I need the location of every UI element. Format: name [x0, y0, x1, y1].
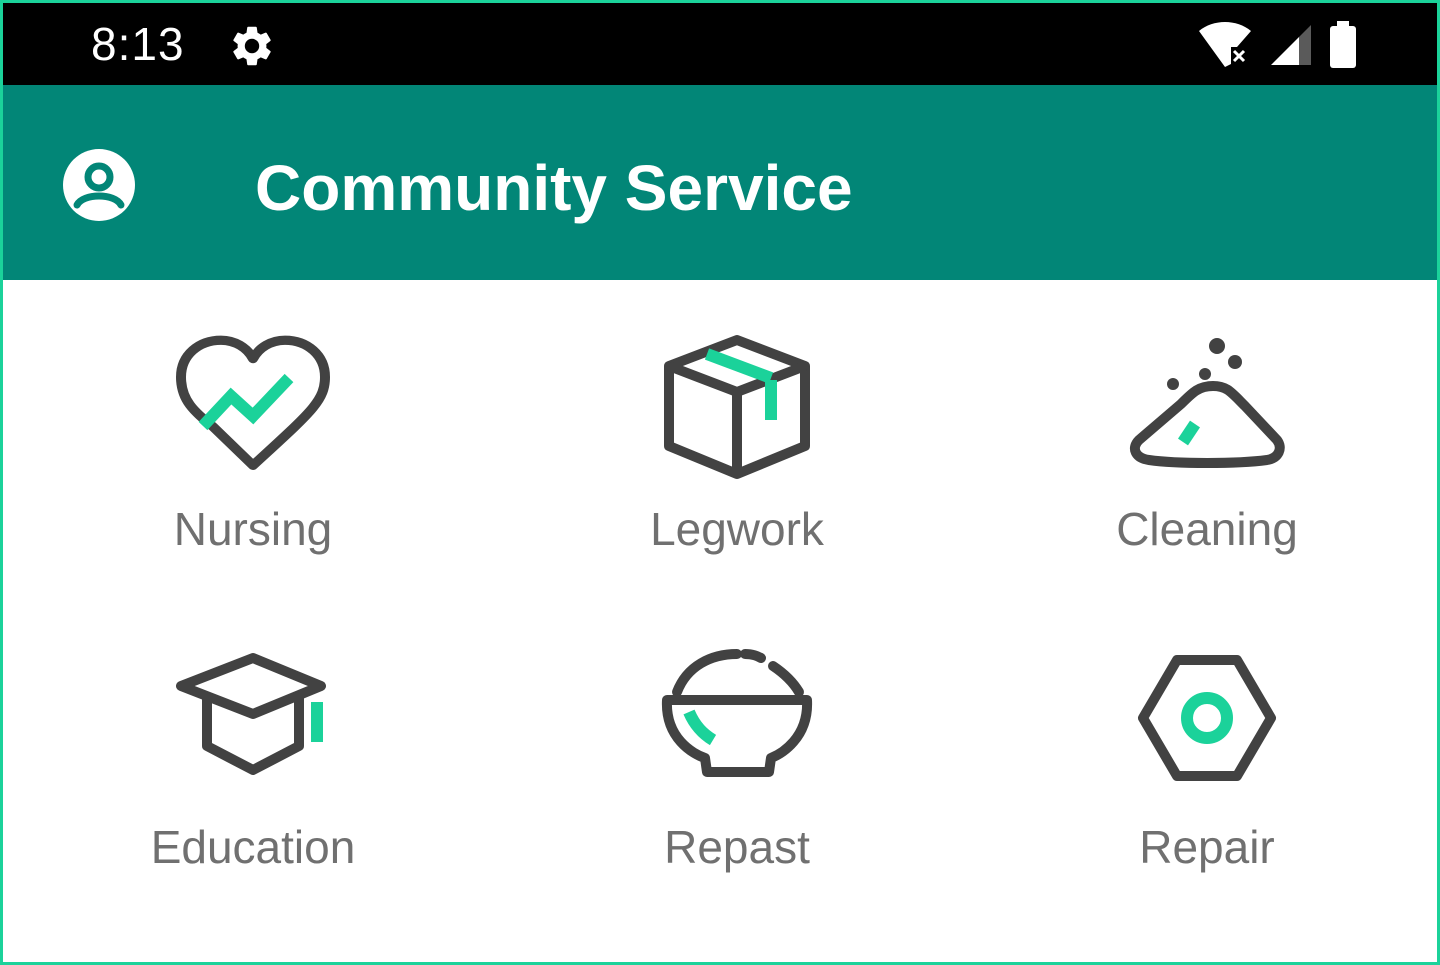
service-tile-repair[interactable]: Repair [1037, 598, 1377, 878]
status-icons [1197, 21, 1357, 69]
service-tile-education[interactable]: Education [83, 598, 423, 878]
service-tile-legwork[interactable]: Legwork [567, 280, 907, 560]
service-label-repair: Repair [1139, 821, 1275, 873]
service-tile-repast[interactable]: Repast [567, 598, 907, 878]
package-box-icon [664, 335, 810, 479]
service-tile-cleaning[interactable]: Cleaning [1037, 280, 1377, 560]
app-bar: Community Service [3, 85, 1437, 280]
account-circle-icon[interactable] [61, 147, 137, 223]
dust-pile-icon [1129, 338, 1285, 468]
battery-icon [1330, 21, 1356, 68]
cell-signal-icon [1271, 25, 1311, 65]
wifi-off-icon [1199, 22, 1251, 67]
service-label-legwork: Legwork [650, 503, 824, 555]
status-time: 8:13 [91, 18, 185, 70]
service-grid: Nursing Legwork Cleaning Education Repas… [3, 280, 1437, 962]
graduation-cap-icon [176, 653, 326, 775]
service-label-repast: Repast [664, 821, 810, 873]
page-title: Community Service [255, 152, 853, 224]
settings-gear-icon [233, 26, 271, 66]
heart-pulse-icon [176, 335, 330, 470]
service-label-cleaning: Cleaning [1116, 503, 1298, 555]
hex-nut-icon [1138, 655, 1276, 781]
service-label-nursing: Nursing [173, 503, 333, 555]
service-tile-nursing[interactable]: Nursing [83, 280, 423, 560]
service-label-education: Education [150, 821, 356, 873]
app-screen: 8:13 Community Service Nursing Legwork C… [0, 0, 1440, 965]
rice-bowl-icon [661, 649, 813, 777]
status-bar: 8:13 [3, 3, 1437, 85]
